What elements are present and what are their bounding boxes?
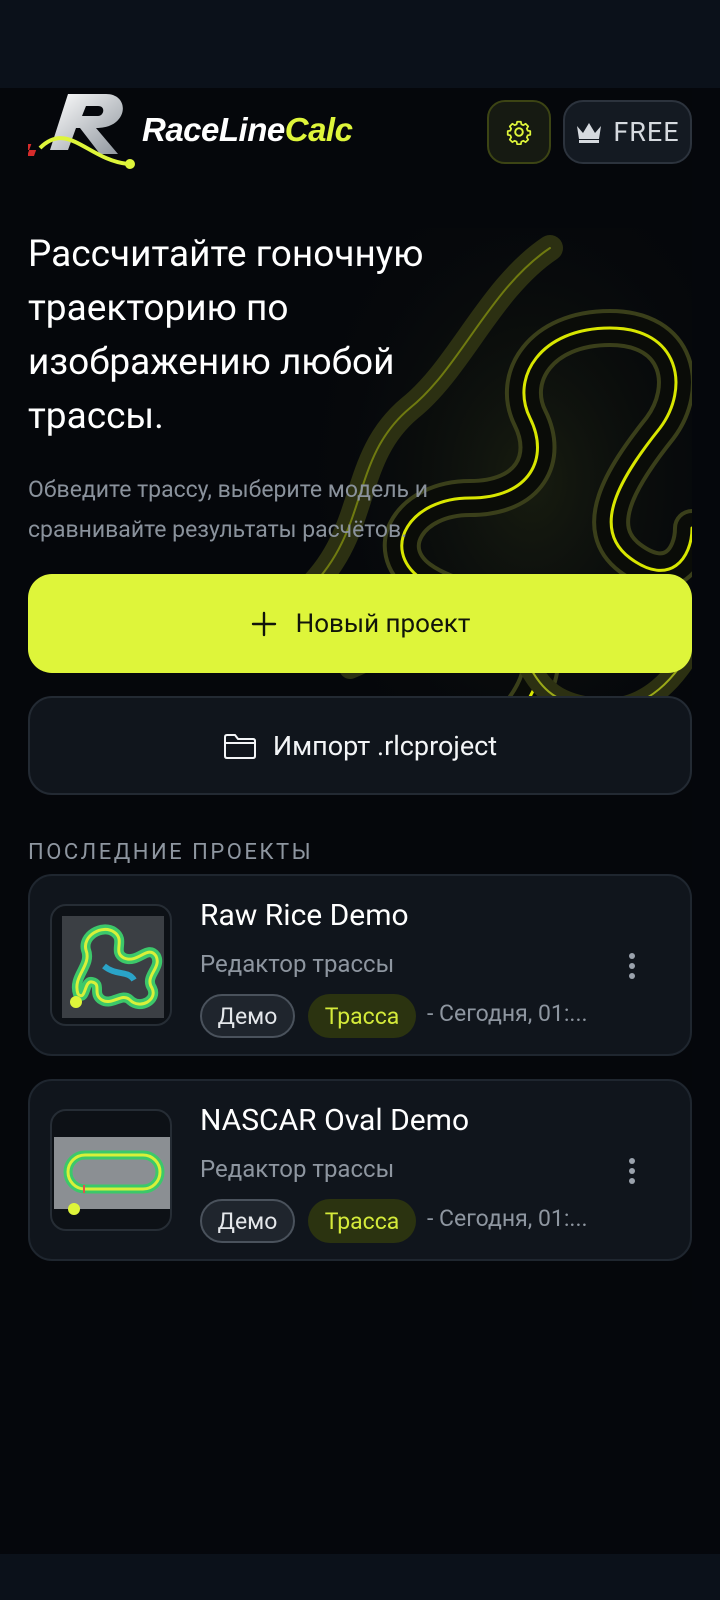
logo-mark-icon bbox=[28, 94, 135, 169]
app-logo: RaceLineCalc bbox=[28, 90, 378, 170]
tag-track: Трасса bbox=[308, 1199, 416, 1243]
import-project-label: Импорт .rlcproject bbox=[272, 729, 498, 762]
crown-icon bbox=[577, 123, 602, 143]
project-thumbnail bbox=[50, 1109, 172, 1231]
tag-demo: Демо bbox=[200, 994, 295, 1038]
gear-icon bbox=[506, 120, 532, 145]
project-type: Редактор трассы bbox=[200, 1155, 395, 1183]
logo-text-calc: Calc bbox=[284, 111, 353, 148]
plus-icon bbox=[251, 611, 276, 636]
tag-track: Трасса bbox=[308, 994, 416, 1038]
more-vertical-icon bbox=[629, 953, 635, 979]
home-screen: RaceLineCalc FREE Рассчитайте гоночную т… bbox=[0, 88, 692, 1310]
project-date: - Сегодня, 01:... bbox=[427, 1000, 588, 1027]
project-type: Редактор трассы bbox=[200, 950, 395, 978]
recent-projects-heading: ПОСЛЕДНИЕ ПРОЕКТЫ bbox=[28, 840, 314, 865]
project-more-button[interactable] bbox=[614, 942, 650, 990]
project-card[interactable]: NASCAR Oval Demo Редактор трассы Демо Тр… bbox=[28, 1079, 692, 1261]
new-project-button[interactable]: Новый проект bbox=[28, 574, 692, 673]
project-more-button[interactable] bbox=[614, 1147, 650, 1195]
logo-text: RaceLineCalc bbox=[142, 111, 353, 149]
more-vertical-icon bbox=[629, 1158, 635, 1184]
import-project-button[interactable]: Импорт .rlcproject bbox=[28, 696, 692, 795]
project-thumbnail bbox=[50, 904, 172, 1026]
folder-icon bbox=[223, 733, 256, 759]
status-bar bbox=[0, 0, 720, 88]
tag-demo: Демо bbox=[200, 1199, 295, 1243]
logo-text-raceline: RaceLine bbox=[142, 111, 285, 148]
plan-label: FREE bbox=[613, 116, 680, 148]
project-card[interactable]: Raw Rice Demo Редактор трассы Демо Трасс… bbox=[28, 874, 692, 1056]
settings-button[interactable] bbox=[487, 100, 551, 164]
project-title: NASCAR Oval Demo bbox=[200, 1103, 470, 1138]
project-date: - Сегодня, 01:... bbox=[427, 1205, 588, 1232]
navigation-bar bbox=[0, 1554, 720, 1600]
plan-badge-button[interactable]: FREE bbox=[563, 100, 692, 164]
new-project-label: Новый проект bbox=[295, 608, 471, 639]
hero-subtitle: Обведите трассу, выберите модель и сравн… bbox=[28, 476, 428, 543]
project-title: Raw Rice Demo bbox=[200, 898, 409, 933]
hero-title: Рассчитайте гоночную траекторию по изобр… bbox=[28, 233, 424, 438]
